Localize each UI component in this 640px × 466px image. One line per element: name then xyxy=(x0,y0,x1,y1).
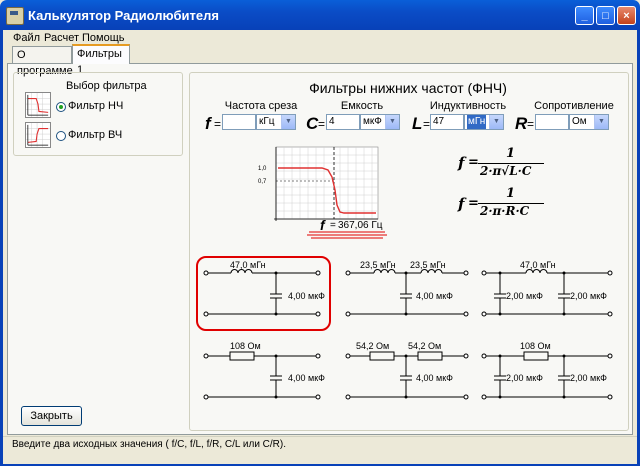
tab-about[interactable]: О программе xyxy=(12,46,73,77)
radio-lowpass-label[interactable]: Фильтр НЧ xyxy=(68,100,123,112)
eq-c: = xyxy=(318,117,326,131)
lc3-inductor-label: 47,0 мГн xyxy=(520,260,556,270)
formula1-num: 1 xyxy=(506,146,516,161)
lc3-capacitor1-label: 2,00 мкФ xyxy=(506,291,543,301)
lc2-capacitor-label: 4,00 мкФ xyxy=(416,291,453,301)
calculator-icon xyxy=(6,7,24,25)
chart-ylabel-1: 1,0 xyxy=(258,166,267,172)
rc1-resistor-label: 108 Ом xyxy=(230,341,261,351)
rc3-capacitor2-label: 2,00 мкФ xyxy=(570,373,607,383)
var-l: L xyxy=(412,114,423,133)
var-f: f xyxy=(205,114,211,133)
lc3-capacitor2-label: 2,00 мкФ xyxy=(570,291,607,301)
frequency-response-chart: 1,0 0,7 xyxy=(258,146,379,221)
param-label-inductance: Индуктивность xyxy=(429,100,507,112)
lc1-capacitor-label: 4,00 мкФ xyxy=(288,291,325,301)
close-window-button[interactable]: × xyxy=(617,6,636,25)
menu-calc[interactable]: Расчет xyxy=(44,32,79,44)
rc3-resistor-label: 108 Ом xyxy=(520,341,551,351)
result-underline-mark xyxy=(307,231,387,239)
formula2-num: 1 xyxy=(506,186,516,201)
menu-file[interactable]: Файл xyxy=(13,32,40,44)
radio-lowpass[interactable] xyxy=(56,102,66,112)
circuit-rc-gamma[interactable]: 108 Ом 4,00 мкФ xyxy=(196,340,332,416)
frequency-input[interactable] xyxy=(222,114,256,130)
rc2-capacitor-label: 4,00 мкФ xyxy=(416,373,453,383)
param-label-resistance: Сопротивление xyxy=(534,100,614,112)
rc3-capacitor1-label: 2,00 мкФ xyxy=(506,373,543,383)
chevron-down-icon: ▼ xyxy=(594,115,608,129)
menu-help[interactable]: Помощь xyxy=(82,32,125,44)
inductance-input[interactable]: 47 xyxy=(430,114,464,130)
var-c: C xyxy=(306,114,319,133)
rc2-resistor2-label: 54,2 Ом xyxy=(408,341,441,351)
chart-ylabel-07: 0,7 xyxy=(258,179,267,185)
resistance-unit-select[interactable]: Ом ▼ xyxy=(569,114,609,130)
radio-highpass[interactable] xyxy=(56,131,66,141)
status-text: Введите два исходных значения ( f/C, f/L… xyxy=(12,439,287,450)
window-frame-left xyxy=(0,30,3,466)
lc2-inductor2-label: 23,5 мГн xyxy=(410,260,446,270)
close-button[interactable]: Закрыть xyxy=(21,406,82,426)
param-label-capacitance: Емкость xyxy=(340,100,384,112)
capacitance-unit-select[interactable]: мкФ ▼ xyxy=(360,114,400,130)
formula2-f: f xyxy=(458,195,465,213)
inductance-unit-select[interactable]: мГн ▼ xyxy=(464,114,504,130)
lc1-inductor-label: 47,0 мГн xyxy=(230,260,266,270)
frequency-unit-select[interactable]: кГц ▼ xyxy=(256,114,296,130)
circuit-lc-t[interactable]: 23,5 мГн 23,5 мГн 4,00 мкФ xyxy=(340,256,476,332)
tab-filters[interactable]: Фильтры 1 xyxy=(72,44,130,76)
minimize-button[interactable]: _ xyxy=(575,6,594,25)
param-label-frequency: Частота среза xyxy=(224,100,298,112)
chevron-down-icon: ▼ xyxy=(281,115,295,129)
filter-title: Фильтры нижних частот (ФНЧ) xyxy=(309,80,507,96)
chevron-down-icon: ▼ xyxy=(489,115,503,129)
window-title: Калькулятор Радиолюбителя xyxy=(28,8,219,23)
circuit-rc-pi[interactable]: 108 Ом 2,00 мкФ 2,00 мкФ xyxy=(480,340,620,416)
radio-highpass-label[interactable]: Фильтр ВЧ xyxy=(68,129,122,141)
lc2-inductor1-label: 23,5 мГн xyxy=(360,260,396,270)
maximize-button[interactable]: □ xyxy=(596,6,615,25)
eq-r: = xyxy=(527,117,535,131)
rc2-resistor1-label: 54,2 Ом xyxy=(356,341,389,351)
filter-select-title: Выбор фильтра xyxy=(66,80,147,92)
rc1-capacitor-label: 4,00 мкФ xyxy=(288,373,325,383)
eq-l: = xyxy=(423,117,431,131)
formula1-den: 2·π√L·C xyxy=(480,164,532,178)
eq-f: = xyxy=(214,117,222,131)
var-r: R xyxy=(515,114,528,133)
capacitance-input[interactable]: 4 xyxy=(326,114,360,130)
resistance-input[interactable] xyxy=(535,114,569,130)
chevron-down-icon: ▼ xyxy=(385,115,399,129)
formula1-f: f xyxy=(458,154,465,172)
circuit-lc-gamma[interactable]: 47,0 мГн 4,00 мкФ xyxy=(196,256,332,332)
lowpass-thumbnail-icon xyxy=(25,92,51,118)
circuit-rc-t[interactable]: 54,2 Ом 54,2 Ом 4,00 мкФ xyxy=(340,340,476,416)
highpass-thumbnail-icon xyxy=(25,122,51,148)
circuit-lc-pi[interactable]: 47,0 мГн 2,00 мкФ 2,00 мкФ xyxy=(480,256,620,332)
formula2-den: 2·π·R·C xyxy=(480,204,530,218)
